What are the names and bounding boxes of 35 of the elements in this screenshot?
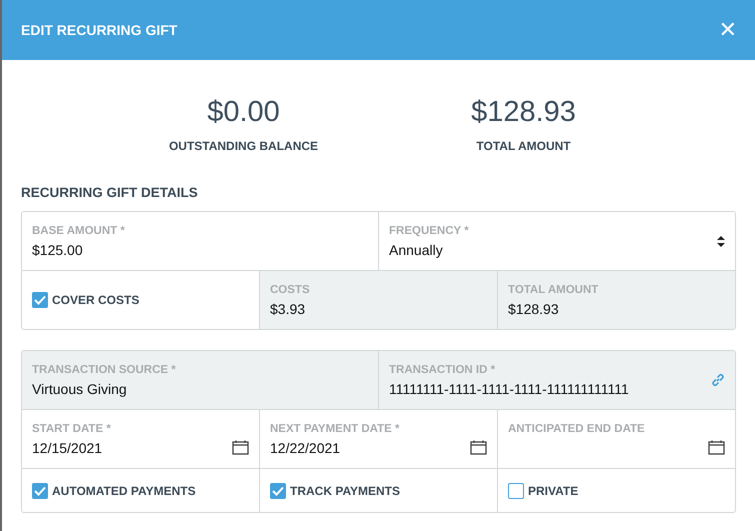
field-label: TRANSACTION SOURCE * bbox=[32, 364, 177, 376]
amount-label: OUTSTANDING BALANCE bbox=[168, 139, 318, 153]
checkbox[interactable]: TRACK PAYMENTS bbox=[270, 482, 400, 498]
checkbox[interactable]: COVER COSTS bbox=[32, 292, 140, 308]
checkbox[interactable]: AUTOMATED PAYMENTS bbox=[32, 482, 196, 498]
calendar-icon bbox=[708, 440, 725, 454]
field-label: TOTAL AMOUNT bbox=[508, 284, 600, 296]
section-title: RECURRING GIFT DETAILS bbox=[21, 185, 199, 200]
field-value: $3.93 bbox=[270, 301, 306, 318]
amount-label: TOTAL AMOUNT bbox=[476, 139, 571, 153]
check-icon bbox=[34, 486, 46, 496]
checkbox[interactable]: PRIVATE bbox=[508, 482, 578, 498]
field-value: 12/22/2021 bbox=[270, 440, 342, 457]
field-label: COSTS bbox=[270, 284, 311, 296]
field-value: $128.93 bbox=[508, 301, 560, 318]
field-label: FREQUENCY * bbox=[389, 225, 470, 237]
check-icon bbox=[34, 295, 46, 305]
field-value: 11111111-1111-1111-1111-111111111111 bbox=[389, 381, 630, 398]
field-value: Annually bbox=[389, 242, 444, 259]
calendar-icon bbox=[470, 440, 487, 454]
amount-value: $128.93 bbox=[471, 96, 576, 129]
field-label: BASE AMOUNT * bbox=[32, 225, 126, 237]
field-value: 12/15/2021 bbox=[32, 440, 104, 457]
dialog-title: EDIT RECURRING GIFT bbox=[21, 22, 178, 38]
link-icon bbox=[711, 373, 725, 387]
field-label: START DATE * bbox=[32, 423, 112, 435]
field-label: NEXT PAYMENT DATE * bbox=[270, 423, 400, 435]
check-icon bbox=[272, 486, 284, 496]
field-label: ANTICIPATED END DATE bbox=[508, 423, 646, 435]
field-label: TRANSACTION ID * bbox=[389, 364, 496, 376]
calendar-icon bbox=[232, 440, 249, 454]
sort-arrows-icon bbox=[717, 236, 725, 246]
amount-value: $0.00 bbox=[207, 96, 280, 129]
field-value: Virtuous Giving bbox=[32, 381, 128, 398]
field-value: $125.00 bbox=[32, 242, 84, 259]
